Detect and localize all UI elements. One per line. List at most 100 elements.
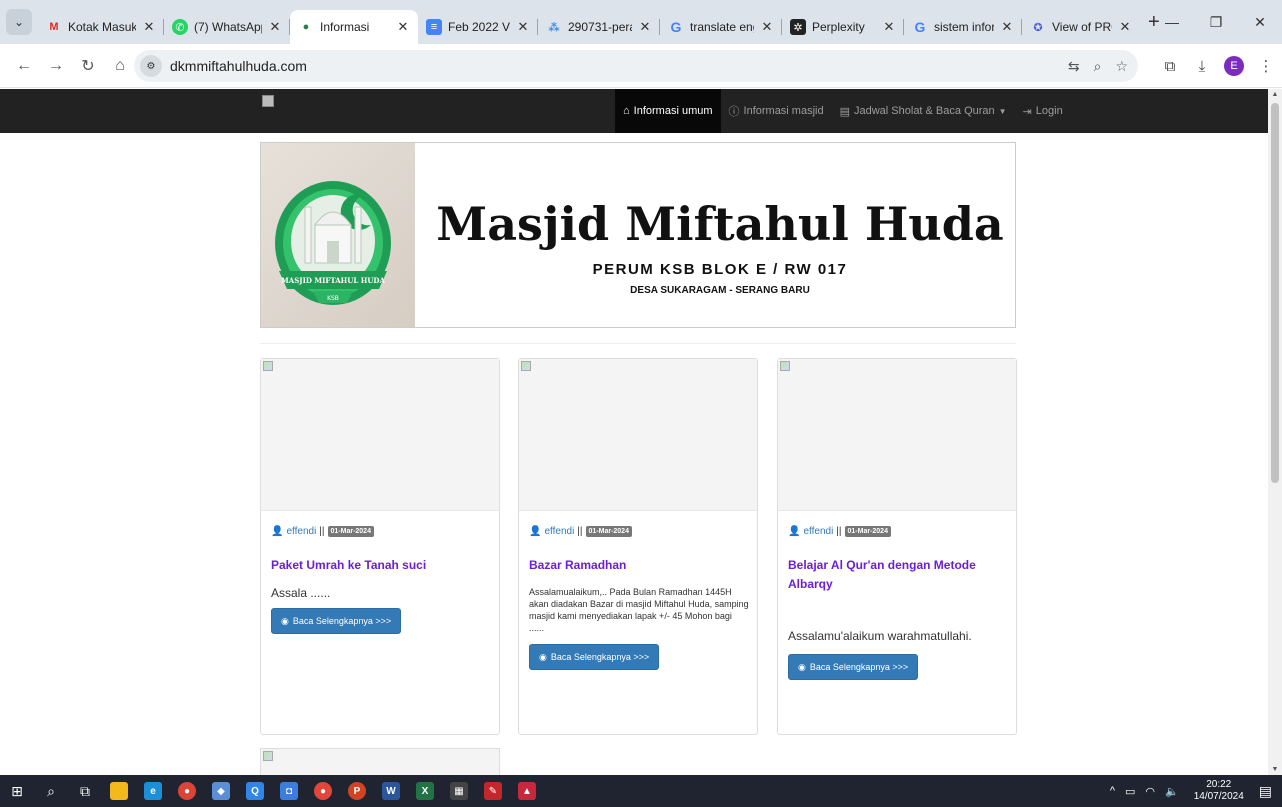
banner-title: Masjid Miftahul Huda [436, 197, 1004, 251]
pdf-icon[interactable]: ✎ [476, 775, 510, 807]
read-more-button[interactable]: ◉ Baca Selengkapnya >>> [788, 654, 919, 680]
translate-icon[interactable]: ⇆ [1068, 58, 1080, 75]
close-icon[interactable]: ✕ [1118, 19, 1132, 35]
address-bar[interactable]: ⚙ dkmmiftahulhuda.com ⇆ ⌕ ☆ [134, 50, 1138, 82]
bookmark-star-icon[interactable]: ☆ [1115, 58, 1128, 75]
eye-icon: ◉ [798, 661, 806, 672]
post-title[interactable]: Belajar Al Qur'an dengan Metode Albarqy [788, 556, 1008, 594]
post-thumbnail[interactable] [519, 359, 757, 511]
post-author[interactable]: effendi [286, 526, 316, 537]
logo-banner-text: MASJID MIFTAHUL HUDA [281, 276, 385, 285]
extensions-icon[interactable]: ⧉ [1154, 58, 1186, 75]
omnibox-actions: ⇆ ⌕ ☆ [1068, 50, 1128, 82]
post-excerpt: Assalamu'alaikum warahmatullahi. [788, 629, 972, 643]
nav-item-login[interactable]: ⇥ Login [1015, 89, 1071, 133]
search-icon[interactable]: ⌕ [34, 775, 68, 807]
calculator-icon[interactable]: ▦ [442, 775, 476, 807]
tab-docs[interactable]: ≡ Feb 2022 Ver ✕ [418, 10, 538, 44]
chrome-icon[interactable]: ● [170, 775, 204, 807]
tab-sistem[interactable]: G sistem inform ✕ [904, 10, 1022, 44]
app-icon[interactable]: ▲ [510, 775, 544, 807]
close-icon[interactable]: ✕ [516, 19, 530, 35]
excel-icon[interactable]: X [408, 775, 442, 807]
close-window-icon[interactable]: ✕ [1238, 0, 1282, 44]
zoom-icon[interactable]: ⌕ [1094, 58, 1102, 75]
scroll-up-arrow-icon[interactable]: ▲ [1268, 91, 1282, 98]
close-icon[interactable]: ✕ [396, 19, 410, 35]
windows-start-icon[interactable]: ⊞ [0, 775, 34, 807]
chrome-icon[interactable]: ● [306, 775, 340, 807]
chevron-up-icon[interactable]: ^ [1110, 785, 1115, 797]
login-icon: ⇥ [1022, 105, 1032, 118]
reload-icon[interactable]: ↻ [72, 56, 104, 76]
word-icon[interactable]: W [374, 775, 408, 807]
restore-icon[interactable]: ❐ [1194, 0, 1238, 44]
nav-item-informasi-umum[interactable]: ⌂ Informasi umum [615, 89, 721, 133]
docs-icon: ≡ [426, 19, 442, 35]
close-icon[interactable]: ✕ [882, 19, 896, 35]
nav-menu: ⌂ Informasi umum ⓘ Informasi masjid ▤ Ja… [615, 89, 1071, 133]
app-icon[interactable]: Q [238, 775, 272, 807]
nav-label: Login [1035, 105, 1063, 117]
post-thumbnail[interactable] [778, 359, 1016, 511]
post-title[interactable]: Bazar Ramadhan [529, 556, 749, 575]
read-more-label: Baca Selengkapnya >>> [809, 662, 909, 672]
minimize-icon[interactable]: — [1150, 0, 1194, 44]
battery-icon[interactable]: ▭ [1125, 785, 1135, 798]
edge-icon[interactable]: e [136, 775, 170, 807]
google-icon: G [914, 19, 926, 35]
close-icon[interactable]: ✕ [1000, 19, 1014, 35]
clock[interactable]: 20:22 14/07/2024 [1194, 779, 1244, 803]
powerpoint-icon[interactable]: P [340, 775, 374, 807]
close-icon[interactable]: ✕ [268, 19, 282, 35]
tab-perplexity[interactable]: ✲ Perplexity ✕ [782, 10, 904, 44]
site-info-icon[interactable]: ⚙ [140, 55, 162, 77]
wifi-icon[interactable]: ◠ [1145, 785, 1155, 798]
home-icon: ⌂ [623, 105, 630, 117]
task-view-icon[interactable]: ⧉ [68, 775, 102, 807]
banner-subtitle: PERUM KSB BLOK E / RW 017 [592, 261, 848, 278]
broken-image-icon [780, 361, 790, 371]
post-meta: 👤 effendi || 01-Mar-2024 [271, 526, 374, 537]
notification-icon[interactable]: ▤ [1259, 783, 1272, 800]
nav-item-informasi-masjid[interactable]: ⓘ Informasi masjid [721, 89, 832, 133]
scroll-thumb[interactable] [1271, 103, 1279, 483]
profile-avatar[interactable]: E [1224, 56, 1244, 76]
app-icon[interactable]: ◘ [272, 775, 306, 807]
tab-translate[interactable]: G translate engl ✕ [660, 10, 782, 44]
url-text[interactable]: dkmmiftahulhuda.com [170, 58, 307, 74]
scroll-down-arrow-icon[interactable]: ▼ [1268, 766, 1282, 773]
post-card [260, 748, 500, 775]
brand-image-broken[interactable] [262, 95, 274, 107]
app-icon[interactable]: ◆ [204, 775, 238, 807]
menu-kebab-icon[interactable]: ⋮ [1250, 57, 1282, 75]
forward-icon[interactable]: → [40, 57, 72, 75]
back-icon[interactable]: ← [8, 57, 40, 75]
download-icon[interactable]: ⤓ [1186, 58, 1218, 75]
tab-whatsapp[interactable]: ✆ (7) WhatsApp ✕ [164, 10, 290, 44]
tab-label: Perplexity [812, 20, 865, 34]
read-more-button[interactable]: ◉ Baca Selengkapnya >>> [529, 644, 660, 670]
post-title[interactable]: Paket Umrah ke Tanah suci [271, 556, 491, 575]
tab-label: sistem inform [934, 20, 994, 34]
read-more-button[interactable]: ◉ Baca Selengkapnya >>> [271, 608, 402, 634]
volume-icon[interactable]: 🔈 [1165, 785, 1179, 798]
tab-search-chevron-icon[interactable]: ⌄ [6, 9, 32, 35]
eye-icon: ◉ [539, 651, 547, 662]
close-icon[interactable]: ✕ [638, 19, 652, 35]
close-icon[interactable]: ✕ [142, 19, 156, 35]
home-icon[interactable]: ⌂ [104, 57, 136, 75]
post-author[interactable]: effendi [803, 526, 833, 537]
page-scrollbar[interactable]: ▲ ▼ [1268, 89, 1282, 775]
file-explorer-icon[interactable] [102, 775, 136, 807]
tab-gmail[interactable]: M Kotak Masuk ✕ [38, 10, 164, 44]
tab-informasi[interactable]: ● Informasi ✕ [290, 10, 418, 44]
close-icon[interactable]: ✕ [760, 19, 774, 35]
tab-scholar[interactable]: ⁂ 290731-pera ✕ [538, 10, 660, 44]
nav-item-jadwal-sholat[interactable]: ▤ Jadwal Sholat & Baca Quran ▼ [832, 89, 1015, 133]
post-date-badge: 01-Mar-2024 [844, 526, 891, 537]
post-author[interactable]: effendi [544, 526, 574, 537]
site-navbar: ⌂ Informasi umum ⓘ Informasi masjid ▤ Ja… [0, 89, 1268, 133]
tab-journal[interactable]: ✪ View of PROT ✕ [1022, 10, 1140, 44]
post-thumbnail[interactable] [261, 359, 499, 511]
